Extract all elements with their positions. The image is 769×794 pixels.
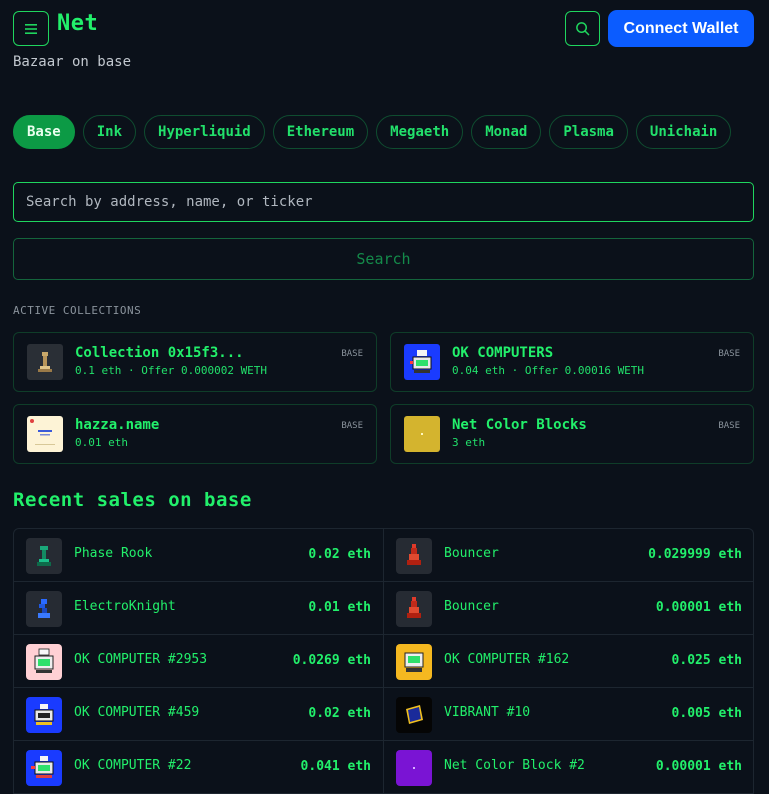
rook-icon: [26, 538, 62, 574]
computer-icon: [26, 750, 62, 786]
sale-price: 0.02 eth: [308, 547, 371, 562]
collection-chain-badge: BASE: [341, 349, 363, 359]
sale-row[interactable]: VIBRANT #10 0.005 eth: [384, 688, 753, 741]
sale-item-name: Bouncer: [444, 599, 499, 614]
name-card-icon: [27, 416, 63, 452]
sale-item-name: OK COMPUTER #459: [74, 705, 200, 720]
computer-icon: [26, 644, 62, 680]
chain-pill-ethereum[interactable]: Ethereum: [272, 115, 369, 149]
header: Net Bazaar on base Connect Wallet: [0, 0, 769, 80]
chain-pill-monad[interactable]: Monad: [471, 115, 542, 149]
search-button[interactable]: Search: [13, 238, 754, 280]
chain-pill-hyperliquid[interactable]: Hyperliquid: [144, 115, 265, 149]
collection-meta: 0.01 eth: [75, 436, 128, 449]
computer-icon: [396, 644, 432, 680]
logo[interactable]: Net: [57, 11, 98, 36]
sale-item-name: OK COMPUTER #22: [74, 758, 192, 773]
chain-pill-plasma[interactable]: Plasma: [549, 115, 628, 149]
color-block-icon: [404, 416, 440, 452]
collection-card[interactable]: Net Color Blocks 3 eth BASE: [390, 404, 754, 464]
computer-icon: [404, 344, 440, 380]
collection-name: OK COMPUTERS: [452, 345, 554, 361]
sale-price: 0.0269 eth: [292, 653, 371, 668]
collection-chain-badge: BASE: [718, 349, 740, 359]
sale-item-name: VIBRANT #10: [444, 705, 531, 720]
sale-price: 0.041 eth: [300, 759, 371, 774]
collection-card[interactable]: hazza.name 0.01 eth BASE: [13, 404, 377, 464]
sale-price: 0.02 eth: [308, 706, 371, 721]
computer-icon: [26, 697, 62, 733]
search-icon: [576, 22, 590, 36]
sale-row[interactable]: OK COMPUTER #459 0.02 eth: [14, 688, 383, 741]
sale-item-name: Bouncer: [444, 546, 499, 561]
sale-price: 0.00001 eth: [655, 600, 742, 615]
collection-name: hazza.name: [75, 417, 160, 433]
hamburger-icon: [25, 23, 37, 34]
sale-row[interactable]: Net Color Block #2 0.00001 eth: [384, 741, 753, 794]
sale-price: 0.005 eth: [671, 706, 742, 721]
sale-row[interactable]: Phase Rook 0.02 eth: [14, 529, 383, 582]
recent-sales-title: Recent sales on base: [13, 489, 252, 511]
knight-icon: [26, 591, 62, 627]
chain-pill-base[interactable]: Base: [13, 115, 75, 149]
color-block-icon: [396, 750, 432, 786]
sale-price: 0.029999 eth: [648, 547, 742, 562]
collection-chain-badge: BASE: [718, 421, 740, 431]
sales-column-left: Phase Rook 0.02 eth ElectroKnight 0.01 e…: [14, 529, 384, 794]
search-input[interactable]: Search by address, name, or ticker: [13, 182, 754, 222]
connect-wallet-button[interactable]: Connect Wallet: [608, 10, 754, 47]
tagline: Bazaar on base: [13, 54, 132, 70]
collection-meta: 0.04 eth · Offer 0.00016 WETH: [452, 364, 645, 377]
collection-card[interactable]: OK COMPUTERS 0.04 eth · Offer 0.00016 WE…: [390, 332, 754, 392]
sale-row[interactable]: OK COMPUTER #162 0.025 eth: [384, 635, 753, 688]
sale-item-name: Phase Rook: [74, 546, 153, 561]
chain-pill-megaeth[interactable]: Megaeth: [376, 115, 464, 149]
collection-name: Collection 0x15f3...: [75, 345, 244, 361]
sale-item-name: Net Color Block #2: [444, 758, 585, 773]
sales-column-right: Bouncer 0.029999 eth Bouncer 0.00001 eth: [384, 529, 753, 794]
sale-price: 0.01 eth: [308, 600, 371, 615]
sale-row[interactable]: Bouncer 0.00001 eth: [384, 582, 753, 635]
sale-item-name: ElectroKnight: [74, 599, 176, 614]
sale-row[interactable]: OK COMPUTER #22 0.041 eth: [14, 741, 383, 794]
sale-row[interactable]: ElectroKnight 0.01 eth: [14, 582, 383, 635]
rook-icon: [27, 344, 63, 380]
collection-card[interactable]: Collection 0x15f3... 0.1 eth · Offer 0.0…: [13, 332, 377, 392]
sale-price: 0.025 eth: [671, 653, 742, 668]
chain-selector: Base Ink Hyperliquid Ethereum Megaeth Mo…: [13, 115, 732, 149]
bouncer-icon: [396, 591, 432, 627]
sale-item-name: OK COMPUTER #2953: [74, 652, 208, 667]
sale-price: 0.00001 eth: [655, 759, 742, 774]
sale-row[interactable]: OK COMPUTER #2953 0.0269 eth: [14, 635, 383, 688]
collection-meta: 0.1 eth · Offer 0.000002 WETH: [75, 364, 268, 377]
chain-pill-unichain[interactable]: Unichain: [635, 115, 732, 149]
header-search-button[interactable]: [565, 11, 600, 46]
vibrant-icon: [396, 697, 432, 733]
collection-chain-badge: BASE: [341, 421, 363, 431]
collection-name: Net Color Blocks: [452, 417, 587, 433]
bouncer-icon: [396, 538, 432, 574]
sale-item-name: OK COMPUTER #162: [444, 652, 570, 667]
chain-pill-ink[interactable]: Ink: [82, 115, 137, 149]
active-collections-label: ACTIVE COLLECTIONS: [13, 304, 142, 317]
collection-meta: 3 eth: [452, 436, 486, 449]
recent-sales-table: Phase Rook 0.02 eth ElectroKnight 0.01 e…: [13, 528, 754, 794]
sale-row[interactable]: Bouncer 0.029999 eth: [384, 529, 753, 582]
menu-button[interactable]: [13, 11, 49, 46]
